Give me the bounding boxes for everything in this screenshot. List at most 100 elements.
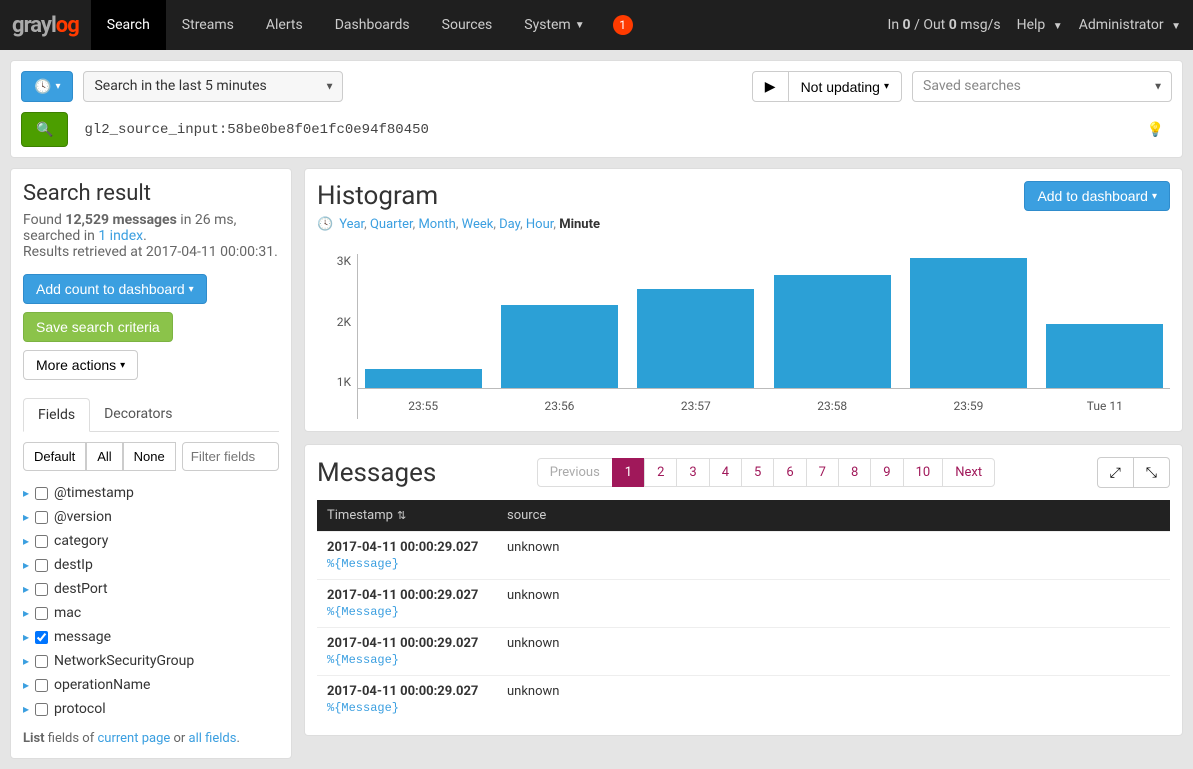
field-name-label[interactable]: operationName <box>54 677 150 693</box>
bar[interactable] <box>637 289 754 389</box>
nav-streams[interactable]: Streams <box>166 0 250 50</box>
nav-system[interactable]: System▼ <box>508 0 600 50</box>
field-checkbox[interactable] <box>35 487 48 500</box>
pager-page-1[interactable]: 1 <box>612 458 645 487</box>
resolution-minute[interactable]: Minute <box>559 217 600 232</box>
timerange-config-button[interactable]: 🕓 ▾ <box>21 71 73 102</box>
help-menu[interactable]: Help ▼ <box>1017 17 1063 33</box>
resolution-day[interactable]: Day <box>499 217 520 232</box>
tab-decorators[interactable]: Decorators <box>90 398 186 431</box>
field-checkbox[interactable] <box>35 631 48 644</box>
fields-none-button[interactable]: None <box>123 442 176 471</box>
resolution-year[interactable]: Year <box>339 217 364 232</box>
pager-page-5[interactable]: 5 <box>741 458 774 487</box>
expand-field-icon[interactable]: ▸ <box>23 534 29 548</box>
expand-view-button[interactable]: ⤢ <box>1097 457 1134 488</box>
nav-alerts[interactable]: Alerts <box>250 0 319 50</box>
field-name-label[interactable]: protocol <box>54 701 106 717</box>
current-page-link[interactable]: current page <box>97 731 170 746</box>
expand-field-icon[interactable]: ▸ <box>23 510 29 524</box>
message-row[interactable]: 2017-04-11 00:00:29.027%{Message}unknown <box>317 532 1170 580</box>
field-name-label[interactable]: destPort <box>54 581 108 597</box>
resolution-quarter[interactable]: Quarter <box>370 217 413 232</box>
bar[interactable] <box>774 275 891 389</box>
nav-dashboards[interactable]: Dashboards <box>319 0 426 50</box>
collapse-view-button[interactable]: ⤡ <box>1134 457 1170 488</box>
user-menu[interactable]: Administrator ▼ <box>1079 17 1181 33</box>
fields-default-button[interactable]: Default <box>23 442 86 471</box>
resolution-month[interactable]: Month <box>418 217 455 232</box>
clock-icon: 🕓 <box>34 78 51 95</box>
bar[interactable] <box>501 305 618 389</box>
index-link[interactable]: 1 index <box>98 228 143 244</box>
all-fields-link[interactable]: all fields <box>189 731 237 746</box>
filter-fields-input[interactable] <box>182 442 279 471</box>
pager-page-6[interactable]: 6 <box>773 458 806 487</box>
pager-page-2[interactable]: 2 <box>644 458 677 487</box>
field-checkbox[interactable] <box>35 703 48 716</box>
pager-next[interactable]: Next <box>942 458 995 487</box>
field-checkbox[interactable] <box>35 511 48 524</box>
field-name-label[interactable]: category <box>54 533 108 549</box>
col-timestamp[interactable]: Timestamp⇅ <box>317 500 497 532</box>
message-row[interactable]: 2017-04-11 00:00:29.027%{Message}unknown <box>317 676 1170 724</box>
expand-field-icon[interactable]: ▸ <box>23 606 29 620</box>
field-checkbox[interactable] <box>35 583 48 596</box>
pager-page-4[interactable]: 4 <box>709 458 742 487</box>
save-search-criteria-button[interactable]: Save search criteria <box>23 312 173 342</box>
timerange-select[interactable]: Search in the last 5 minutes▼ <box>83 71 343 102</box>
bar-wrap: 23:57 <box>631 254 761 419</box>
logo[interactable]: graylog <box>12 13 79 38</box>
expand-field-icon[interactable]: ▸ <box>23 654 29 668</box>
resolution-hour[interactable]: Hour <box>526 217 553 232</box>
nav-search[interactable]: Search <box>91 0 166 50</box>
message-row[interactable]: 2017-04-11 00:00:29.027%{Message}unknown <box>317 628 1170 676</box>
query-input[interactable] <box>78 116 1136 144</box>
field-checkbox[interactable] <box>35 655 48 668</box>
play-button[interactable]: ▶ <box>752 71 789 102</box>
expand-field-icon[interactable]: ▸ <box>23 582 29 596</box>
field-name-label[interactable]: mac <box>54 605 81 621</box>
saved-searches-select[interactable]: Saved searches▼ <box>912 71 1172 102</box>
resolution-week[interactable]: Week <box>462 217 494 232</box>
field-checkbox[interactable] <box>35 535 48 548</box>
field-name-label[interactable]: message <box>54 629 111 645</box>
expand-field-icon[interactable]: ▸ <box>23 630 29 644</box>
search-bar: 🕓 ▾ Search in the last 5 minutes▼ ▶ Not … <box>10 60 1183 158</box>
expand-field-icon[interactable]: ▸ <box>23 486 29 500</box>
add-to-dashboard-button[interactable]: Add to dashboard ▾ <box>1024 181 1170 211</box>
field-name-label[interactable]: destIp <box>54 557 93 573</box>
field-list-footer: List fields of current page or all field… <box>23 731 279 746</box>
fields-all-button[interactable]: All <box>86 442 122 471</box>
message-row[interactable]: 2017-04-11 00:00:29.027%{Message}unknown <box>317 580 1170 628</box>
nav-sources[interactable]: Sources <box>426 0 509 50</box>
pager-page-10[interactable]: 10 <box>903 458 944 487</box>
expand-field-icon[interactable]: ▸ <box>23 702 29 716</box>
col-source[interactable]: source <box>497 500 1170 532</box>
lightbulb-icon[interactable]: 💡 <box>1147 122 1164 138</box>
field-checkbox[interactable] <box>35 607 48 620</box>
bar-wrap: Tue 11 <box>1040 254 1170 419</box>
add-count-to-dashboard-button[interactable]: Add count to dashboard ▾ <box>23 274 207 304</box>
pager-page-7[interactable]: 7 <box>806 458 839 487</box>
field-name-label[interactable]: NetworkSecurityGroup <box>54 653 194 669</box>
more-actions-button[interactable]: More actions ▾ <box>23 350 138 380</box>
field-checkbox[interactable] <box>35 559 48 572</box>
search-button[interactable]: 🔍 <box>21 112 68 147</box>
field-checkbox[interactable] <box>35 679 48 692</box>
bar[interactable] <box>910 258 1027 389</box>
refresh-interval-button[interactable]: Not updating ▾ <box>789 71 902 102</box>
pager-page-9[interactable]: 9 <box>870 458 903 487</box>
field-list[interactable]: ▸ @timestamp ▸ @version ▸ category ▸ destIp ▸ des… <box>23 481 279 721</box>
bar[interactable] <box>1046 324 1163 389</box>
bar[interactable] <box>365 369 482 389</box>
tab-fields[interactable]: Fields <box>23 398 90 432</box>
field-name-label[interactable]: @version <box>54 509 112 525</box>
expand-field-icon[interactable]: ▸ <box>23 558 29 572</box>
notification-badge[interactable]: 1 <box>613 15 633 35</box>
field-name-label[interactable]: @timestamp <box>54 485 134 501</box>
pager-page-8[interactable]: 8 <box>838 458 871 487</box>
pager-page-3[interactable]: 3 <box>676 458 709 487</box>
expand-field-icon[interactable]: ▸ <box>23 678 29 692</box>
sidebar-tabs: Fields Decorators <box>23 398 279 432</box>
